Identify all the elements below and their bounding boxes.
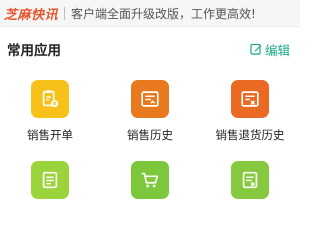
app-label: 销售退货历史: [215, 128, 285, 142]
inventory-report-icon: [42, 171, 58, 189]
edit-icon: [250, 43, 262, 55]
purchase-record-icon: [242, 171, 258, 189]
section-header: 常用应用 编辑: [0, 28, 300, 70]
edit-label: 编辑: [264, 42, 290, 58]
divider: [64, 6, 66, 20]
app-icon-tile: [131, 161, 169, 199]
notice-text[interactable]: 客户端全面升级改版，工作更高效!: [71, 5, 256, 22]
section-title: 常用应用: [7, 43, 61, 59]
app-icon-tile: [131, 80, 169, 118]
app-inventory-report[interactable]: [0, 161, 100, 208]
app-purchase-order[interactable]: [100, 161, 200, 208]
app-sales-return-history[interactable]: 销售退货历史: [200, 80, 300, 143]
app-sales-order[interactable]: ¥ 销售开单: [0, 80, 100, 143]
app-icon-tile: [31, 161, 69, 199]
app-grid: ¥ 销售开单 销售历史 销售退货历史: [0, 80, 300, 208]
sales-history-icon: [141, 91, 159, 107]
notice-bar[interactable]: 芝麻快讯 客户端全面升级改版，工作更高效!: [0, 0, 300, 27]
app-icon-tile: [231, 161, 269, 199]
edit-button[interactable]: 编辑: [250, 40, 290, 59]
sales-return-history-icon: [241, 91, 259, 107]
shopping-cart-icon: [141, 172, 159, 188]
svg-text:¥: ¥: [53, 102, 57, 108]
app-purchase-record[interactable]: [200, 161, 300, 208]
sales-order-icon: ¥: [42, 90, 59, 108]
app-icon-tile: [231, 80, 269, 118]
app-label: 销售开单: [27, 128, 73, 142]
app-sales-history[interactable]: 销售历史: [100, 80, 200, 143]
app-label: 销售历史: [127, 128, 173, 142]
brand-logo: 芝麻快讯: [4, 7, 59, 23]
app-icon-tile: ¥: [31, 80, 69, 118]
